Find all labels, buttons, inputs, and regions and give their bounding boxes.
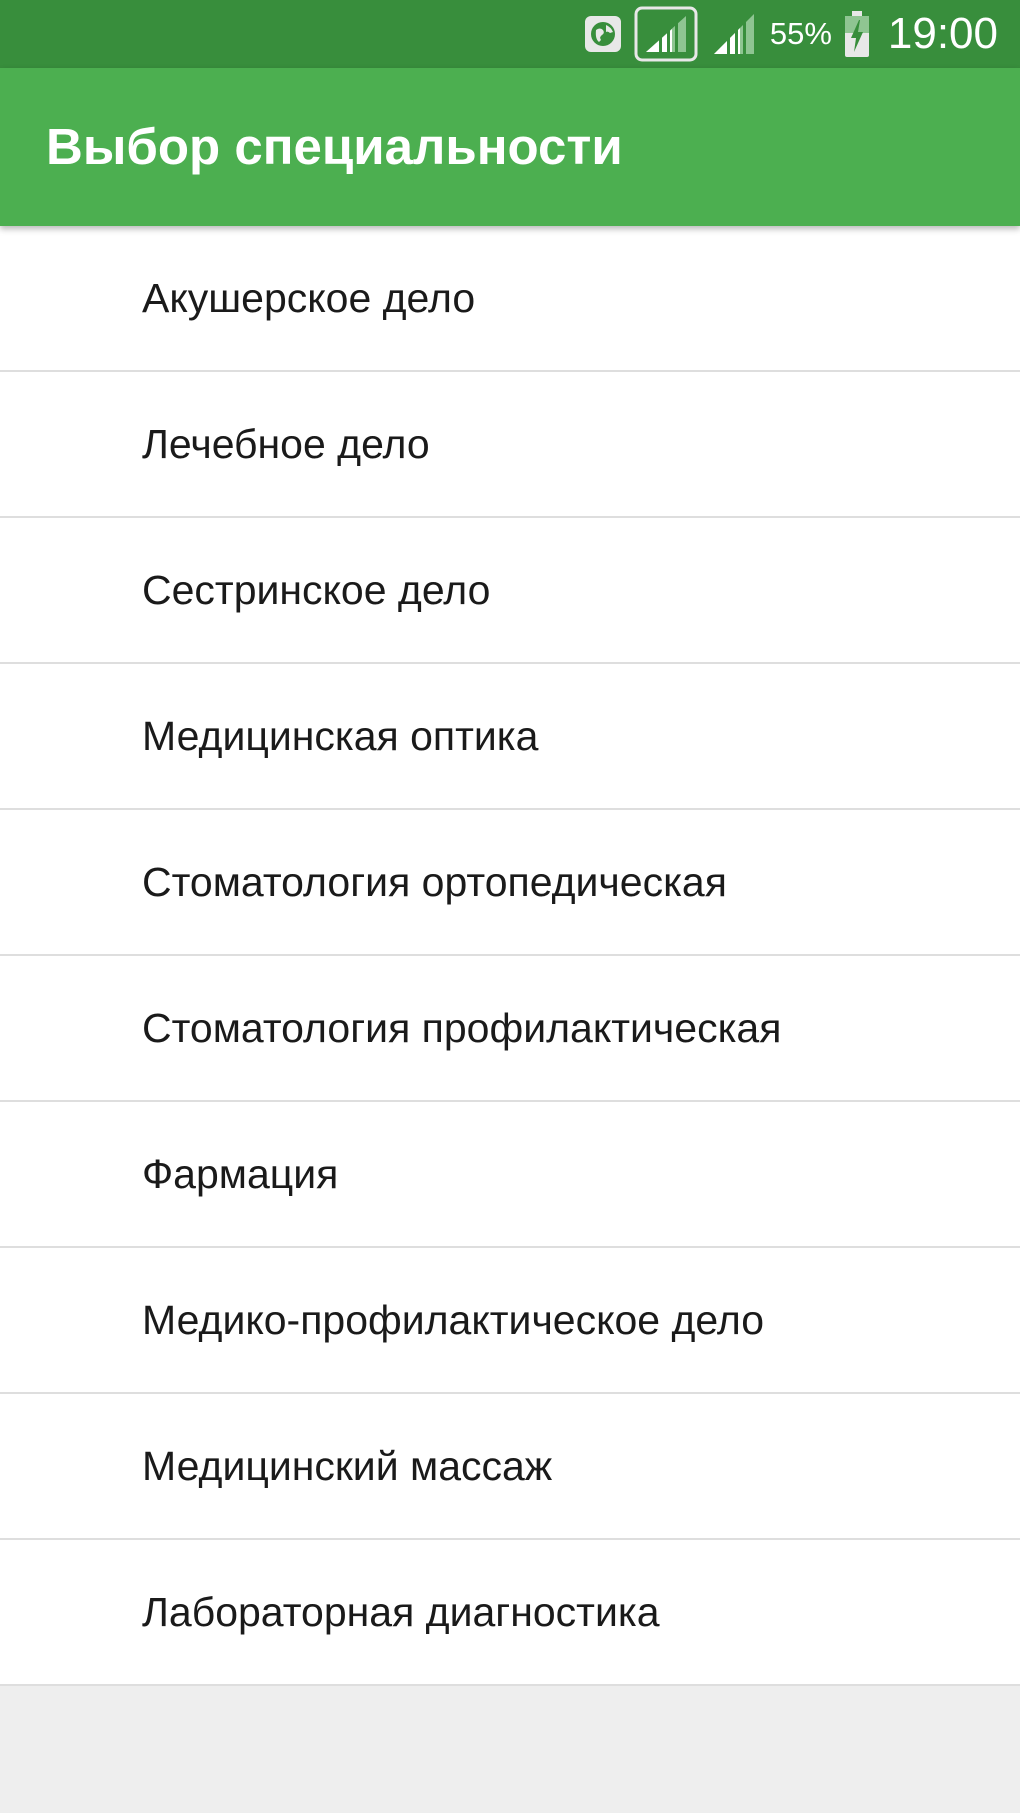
list-item-specialty[interactable]: Стоматология ортопедическая [0,810,1020,956]
battery-percent: 55% [769,16,832,51]
clock: 19:00 [887,9,998,58]
list-item-specialty[interactable]: Медико-профилактическое дело [0,1248,1020,1394]
list-item-label: Медицинская оптика [142,712,539,759]
battery-charging-icon [844,10,870,58]
list-item-specialty[interactable]: Медицинская оптика [0,664,1020,810]
list-item-label: Сестринское дело [142,566,491,613]
list-item-specialty[interactable]: Акушерское дело [0,226,1020,372]
list-item-label: Фармация [142,1150,339,1197]
list-item-label: Лечебное дело [142,420,430,467]
specialty-list: Акушерское дело Лечебное дело Сестринско… [0,226,1020,1686]
app-bar: Выбор специальности [0,68,1020,226]
signal-icon-sim2 [710,10,758,58]
list-item-specialty[interactable]: Лабораторная диагностика [0,1540,1020,1686]
list-item-specialty[interactable]: Лечебное дело [0,372,1020,518]
list-item-label: Лабораторная диагностика [142,1588,660,1635]
list-item-specialty[interactable]: Сестринское дело [0,518,1020,664]
list-item-label: Стоматология профилактическая [142,1004,782,1051]
globe-icon [584,15,622,53]
list-item-specialty[interactable]: Стоматология профилактическая [0,956,1020,1102]
list-item-label: Акушерское дело [142,274,476,321]
list-item-specialty[interactable]: Фармация [0,1102,1020,1248]
page-title: Выбор специальности [46,118,623,175]
list-item-label: Медицинский массаж [142,1442,553,1489]
status-icons: 55% 19:00 [584,0,998,68]
list-item-specialty[interactable]: Медицинский массаж [0,1394,1020,1540]
signal-icon-sim1 [634,6,698,62]
list-item-label: Медико-профилактическое дело [142,1296,765,1343]
status-bar: 55% 19:00 [0,0,1020,68]
list-item-label: Стоматология ортопедическая [142,858,727,905]
